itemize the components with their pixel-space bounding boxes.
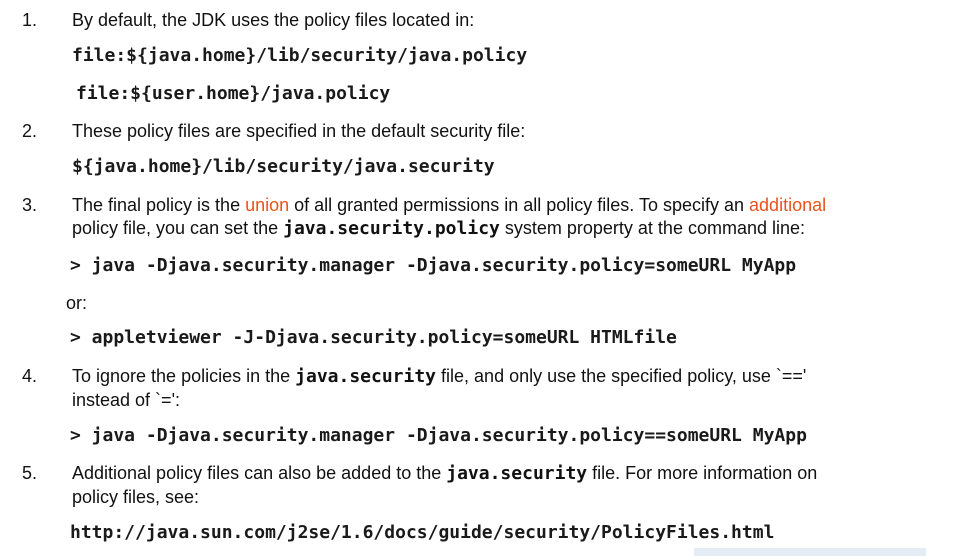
text-segment: The final policy is the [72, 195, 246, 215]
highlight-additional: additional [749, 195, 827, 215]
text-segment: Additional policy files can also be adde… [72, 463, 447, 483]
text-segment: system property at the command line: [499, 218, 806, 238]
text-segment: file, and only use the specified policy,… [436, 366, 807, 386]
highlight-union: union [245, 195, 290, 215]
item-text-line: To ignore the policies in the java.secur… [72, 366, 806, 387]
footer-bar [694, 548, 926, 556]
inline-code: java.security [446, 463, 588, 484]
item-text-line: policy file, you can set the java.securi… [72, 218, 805, 239]
item-number: 4. [22, 366, 38, 386]
or-label: or: [66, 293, 88, 313]
item-text-line: The final policy is the union of all gra… [72, 195, 826, 216]
item-number: 3. [22, 195, 38, 215]
text-segment: file. For more information on [587, 463, 818, 483]
inline-code: java.security.policy [283, 218, 500, 239]
item-number: 2. [22, 121, 38, 141]
code-line: file:${user.home}/java.policy [76, 83, 391, 104]
code-line: file:${java.home}/lib/security/java.poli… [72, 45, 528, 66]
text-segment: To ignore the policies in the [72, 366, 296, 386]
command-line: > appletviewer -J-Djava.security.policy=… [70, 327, 677, 348]
item-text: These policy files are specified in the … [72, 121, 526, 141]
item-text: By default, the JDK uses the policy file… [72, 10, 475, 30]
item-text-line: Additional policy files can also be adde… [72, 463, 817, 484]
inline-code: java.security [295, 366, 437, 387]
item-text-line: instead of `=': [72, 390, 180, 410]
code-line: ${java.home}/lib/security/java.security [72, 156, 495, 177]
url-link[interactable]: http://java.sun.com/j2se/1.6/docs/guide/… [70, 522, 774, 543]
text-segment: of all granted permissions in all policy… [289, 195, 750, 215]
item-number: 1. [22, 10, 38, 30]
command-line: > java -Djava.security.manager -Djava.se… [70, 425, 807, 446]
item-text-line: policy files, see: [72, 487, 200, 507]
text-segment: policy file, you can set the [72, 218, 284, 238]
command-line: > java -Djava.security.manager -Djava.se… [70, 255, 797, 276]
item-number: 5. [22, 463, 38, 483]
